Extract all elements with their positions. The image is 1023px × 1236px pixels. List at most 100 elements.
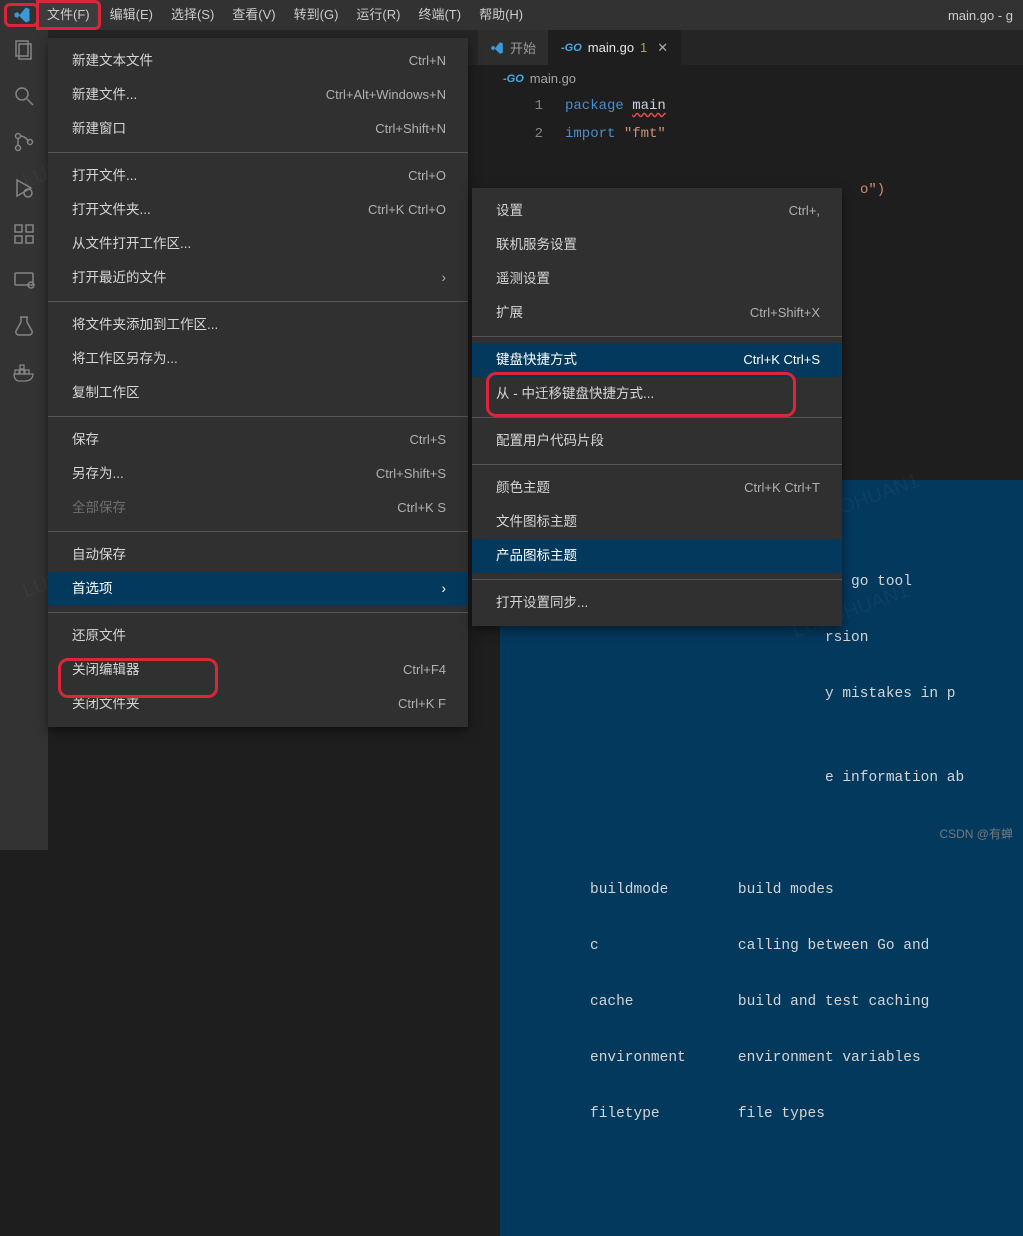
menu-item-label: 从文件打开工作区... <box>72 233 191 255</box>
vscode-icon <box>490 41 504 55</box>
tab-main-go[interactable]: -GO main.go 1 ✕ <box>549 30 681 65</box>
menu-item[interactable]: 还原文件 <box>48 619 468 653</box>
search-icon[interactable] <box>10 82 38 110</box>
menu-item-label: 文件图标主题 <box>496 511 577 533</box>
menu-item-shortcut: Ctrl+Shift+N <box>375 118 446 140</box>
menu-item-label: 将文件夹添加到工作区... <box>72 314 218 336</box>
watermark: CSDN @有蝉 <box>939 825 1013 842</box>
menu-item-shortcut: Ctrl+Shift+S <box>376 463 446 485</box>
menu-item-label: 新建文件... <box>72 84 137 106</box>
menu-item-label: 产品图标主题 <box>496 545 577 567</box>
menu-item-label: 将工作区另存为... <box>72 348 178 370</box>
menu-item[interactable]: 扩展Ctrl+Shift+X <box>472 296 842 330</box>
menu-item-label: 复制工作区 <box>72 382 140 404</box>
menu-item[interactable]: 打开最近的文件 › <box>48 261 468 295</box>
menu-item[interactable]: 将文件夹添加到工作区... <box>48 308 468 342</box>
menu-item-label: 全部保存 <box>72 497 126 519</box>
menu-item-label: 自动保存 <box>72 544 126 566</box>
testing-icon[interactable] <box>10 312 38 340</box>
menu-item[interactable]: 从 - 中迁移键盘快捷方式... <box>472 377 842 411</box>
menu-view[interactable]: 查看(V) <box>223 0 284 30</box>
go-icon: -GO <box>503 73 524 85</box>
menu-item-shortcut: Ctrl+N <box>409 50 446 72</box>
menu-item[interactable]: 打开文件...Ctrl+O <box>48 159 468 193</box>
remote-icon[interactable] <box>10 266 38 294</box>
menu-item[interactable]: 遥测设置 <box>472 262 842 296</box>
menu-item[interactable]: 关闭编辑器 Ctrl+F4 <box>48 653 468 687</box>
menu-item[interactable]: 新建文本文件 Ctrl+N <box>48 44 468 78</box>
menu-item-label: 联机服务设置 <box>496 234 577 256</box>
menu-item[interactable]: 配置用户代码片段 <box>472 424 842 458</box>
run-debug-icon[interactable] <box>10 174 38 202</box>
menu-item-shortcut: Ctrl+S <box>410 429 446 451</box>
menu-item-label: 保存 <box>72 429 99 451</box>
menu-help[interactable]: 帮助(H) <box>470 0 532 30</box>
menu-item[interactable]: 首选项› <box>48 572 468 606</box>
menu-item[interactable]: 保存 Ctrl+S <box>48 423 468 457</box>
menu-item[interactable]: 另存为... Ctrl+Shift+S <box>48 457 468 491</box>
menu-item[interactable]: 打开文件夹... Ctrl+K Ctrl+O <box>48 193 468 227</box>
menu-item-label: 键盘快捷方式 <box>496 349 577 371</box>
extensions-icon[interactable] <box>10 220 38 248</box>
menu-item[interactable]: 全部保存 Ctrl+K S <box>48 491 468 525</box>
menu-item-shortcut: Ctrl+K Ctrl+O <box>368 199 446 221</box>
menu-item-label: 新建窗口 <box>72 118 126 140</box>
menu-item[interactable]: 自动保存 <box>48 538 468 572</box>
source-control-icon[interactable] <box>10 128 38 156</box>
menu-item-shortcut: Ctrl+, <box>789 200 820 222</box>
menu-item-label: 打开最近的文件 <box>72 267 167 289</box>
menu-item[interactable]: 新建文件... Ctrl+Alt+Windows+N <box>48 78 468 112</box>
menu-item-shortcut: Ctrl+Alt+Windows+N <box>326 84 446 106</box>
menu-item-shortcut: Ctrl+K F <box>398 693 446 715</box>
menu-item[interactable]: 设置 Ctrl+, <box>472 194 842 228</box>
modified-badge: 1 <box>640 40 647 55</box>
menu-item-label: 打开文件... <box>72 165 137 187</box>
activitybar <box>0 30 48 850</box>
menu-edit[interactable]: 编辑(E) <box>101 0 162 30</box>
menu-item-label: 关闭编辑器 <box>72 659 140 681</box>
menu-terminal[interactable]: 终端(T) <box>409 0 470 30</box>
menu-item[interactable]: 打开设置同步... <box>472 586 842 620</box>
menu-item[interactable]: 复制工作区 <box>48 376 468 410</box>
menu-item-label: 设置 <box>496 200 523 222</box>
menu-item-shortcut: Ctrl+Shift+X <box>750 302 820 324</box>
menu-item-label: 颜色主题 <box>496 477 550 499</box>
chevron-right-icon: › <box>442 578 447 600</box>
menu-item[interactable]: 键盘快捷方式 Ctrl+K Ctrl+S <box>472 343 842 377</box>
chevron-right-icon: › <box>442 267 447 289</box>
tab-label: main.go <box>588 40 634 55</box>
menu-item-shortcut: Ctrl+K Ctrl+T <box>744 477 820 499</box>
menu-item-label: 关闭文件夹 <box>72 693 140 715</box>
menu-item-label: 另存为... <box>72 463 124 485</box>
close-icon[interactable]: ✕ <box>657 40 668 56</box>
menu-item-label: 配置用户代码片段 <box>496 430 604 452</box>
menu-item[interactable]: 联机服务设置 <box>472 228 842 262</box>
tab-start[interactable]: 开始 <box>478 30 549 65</box>
menu-item[interactable]: 文件图标主题 <box>472 505 842 539</box>
menu-run[interactable]: 运行(R) <box>347 0 409 30</box>
menu-go[interactable]: 转到(G) <box>285 0 348 30</box>
explorer-icon[interactable] <box>10 36 38 64</box>
menu-item-label: 打开文件夹... <box>72 199 151 221</box>
menu-item-label: 新建文本文件 <box>72 50 153 72</box>
menu-item[interactable]: 关闭文件夹 Ctrl+K F <box>48 687 468 721</box>
window-title: main.go - g <box>948 8 1019 23</box>
menu-file[interactable]: 文件(F) <box>36 0 101 30</box>
menu-item-shortcut: Ctrl+F4 <box>403 659 446 681</box>
menu-item-label: 打开设置同步... <box>496 592 588 614</box>
vscode-icon <box>13 6 31 24</box>
app-logo <box>4 3 39 27</box>
menu-select[interactable]: 选择(S) <box>162 0 223 30</box>
menu-item-shortcut: Ctrl+K Ctrl+S <box>743 349 820 371</box>
menu-item-label: 遥测设置 <box>496 268 550 290</box>
menu-item[interactable]: 将工作区另存为... <box>48 342 468 376</box>
menu-item[interactable]: 颜色主题 Ctrl+K Ctrl+T <box>472 471 842 505</box>
menu-item-shortcut: Ctrl+K S <box>397 497 446 519</box>
menu-item[interactable]: 新建窗口 Ctrl+Shift+N <box>48 112 468 146</box>
menu-item-label: 从 - 中迁移键盘快捷方式... <box>496 383 654 405</box>
tab-label: 开始 <box>510 38 536 57</box>
go-icon: -GO <box>561 42 582 54</box>
menu-item[interactable]: 从文件打开工作区... <box>48 227 468 261</box>
menu-item[interactable]: 产品图标主题 <box>472 539 842 573</box>
docker-icon[interactable] <box>10 358 38 386</box>
